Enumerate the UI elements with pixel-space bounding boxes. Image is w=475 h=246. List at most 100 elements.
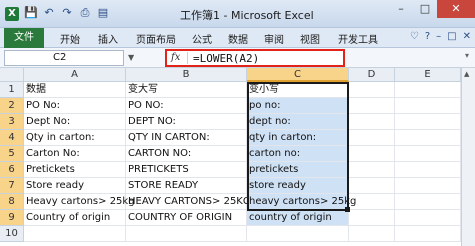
table-cell[interactable] <box>395 210 461 226</box>
table-cell[interactable] <box>395 178 461 194</box>
ribbon-restore-icon[interactable]: □ <box>447 31 456 42</box>
table-cell[interactable] <box>349 146 395 162</box>
tab-formulas[interactable]: 公式 <box>192 31 212 46</box>
excel-app-icon[interactable]: X <box>5 7 19 21</box>
column-header-c[interactable]: C <box>247 68 349 82</box>
redo-icon[interactable]: ↷ <box>60 6 74 20</box>
row-header[interactable]: 8 <box>0 194 24 210</box>
table-cell[interactable] <box>395 146 461 162</box>
table-cell[interactable]: qty in carton: <box>247 130 349 146</box>
help-icon[interactable]: ? <box>425 31 430 42</box>
table-cell[interactable]: COUNTRY OF ORIGIN <box>126 210 247 226</box>
select-all-corner[interactable] <box>0 68 24 82</box>
table-cell[interactable]: Dept No: <box>24 114 126 130</box>
ribbon-minimize-icon[interactable]: – <box>436 31 441 42</box>
table-cell[interactable] <box>395 114 461 130</box>
table-cell[interactable]: 变大写 <box>126 82 247 98</box>
chevron-down-icon[interactable]: ▼ <box>128 50 138 66</box>
row-header[interactable]: 4 <box>0 130 24 146</box>
table-cell[interactable] <box>349 98 395 114</box>
table-cell[interactable]: QTY IN CARTON: <box>126 130 247 146</box>
table-cell[interactable]: heavy cartons> 25kg <box>247 194 356 210</box>
table-cell[interactable]: 数据 <box>24 82 126 98</box>
table-cell[interactable]: PO No: <box>24 98 126 114</box>
maximize-button[interactable]: □ <box>413 0 437 18</box>
name-box[interactable]: C2 <box>4 50 124 66</box>
quick-print-icon[interactable]: ▤ <box>96 6 110 20</box>
table-cell[interactable]: Store ready <box>24 178 126 194</box>
table-cell[interactable]: PO NO: <box>126 98 247 114</box>
table-cell[interactable]: Country of origin <box>24 210 126 226</box>
table-cell[interactable] <box>349 162 395 178</box>
tab-page-layout[interactable]: 页面布局 <box>136 31 176 46</box>
table-cell[interactable]: country of origin <box>247 210 349 226</box>
column-header-b[interactable]: B <box>126 68 247 82</box>
print-preview-icon[interactable]: ⎙ <box>78 6 92 20</box>
table-cell[interactable] <box>349 82 395 98</box>
table-cell[interactable] <box>349 130 395 146</box>
fill-handle[interactable] <box>345 207 350 212</box>
table-cell[interactable] <box>349 114 395 130</box>
close-button[interactable]: ✕ <box>437 0 475 18</box>
table-cell[interactable]: HEAVY CARTONS> 25KG <box>126 194 251 210</box>
tab-developer[interactable]: 开发工具 <box>338 31 378 46</box>
table-cell[interactable] <box>24 226 126 242</box>
tab-insert[interactable]: 插入 <box>98 31 118 46</box>
row-header[interactable]: 3 <box>0 114 24 130</box>
table-cell[interactable]: Qty in carton: <box>24 130 126 146</box>
table-cell[interactable]: dept no: <box>247 114 349 130</box>
table-cell[interactable]: CARTON NO: <box>126 146 247 162</box>
table-cell[interactable]: Pretickets <box>24 162 126 178</box>
table-cell[interactable]: STORE READY <box>126 178 247 194</box>
row-header[interactable]: 7 <box>0 178 24 194</box>
table-cell[interactable]: 变小写 <box>247 82 349 98</box>
table-cell[interactable]: Carton No: <box>24 146 126 162</box>
vertical-scrollbar[interactable]: ▲ <box>461 68 475 246</box>
table-cell[interactable] <box>395 226 461 242</box>
table-cell[interactable] <box>395 130 461 146</box>
undo-icon[interactable]: ↶ <box>42 6 56 20</box>
row-header[interactable]: 1 <box>0 82 24 98</box>
tab-home[interactable]: 开始 <box>60 31 80 46</box>
formula-expand-icon[interactable]: ▾ <box>465 51 469 60</box>
column-header-a[interactable]: A <box>24 68 126 82</box>
window-controls: – □ ✕ <box>389 0 475 18</box>
table-cell[interactable]: PRETICKETS <box>126 162 247 178</box>
table-cell[interactable] <box>395 98 461 114</box>
table-cell[interactable]: DEPT NO: <box>126 114 247 130</box>
row-header[interactable]: 5 <box>0 146 24 162</box>
table-cell[interactable] <box>349 178 395 194</box>
scroll-up-icon[interactable]: ▲ <box>464 70 469 78</box>
table-cell[interactable]: po no: <box>247 98 349 114</box>
table-cell[interactable] <box>349 226 395 242</box>
tab-file[interactable]: 文件 <box>4 28 44 48</box>
table-cell[interactable]: Heavy cartons> 25kg <box>24 194 135 210</box>
row-header[interactable]: 10 <box>0 226 24 242</box>
row-header[interactable]: 6 <box>0 162 24 178</box>
formula-input[interactable]: =LOWER(A2) <box>193 52 259 65</box>
favorite-icon[interactable]: ♡ <box>410 31 419 42</box>
fx-icon[interactable]: fx <box>171 52 180 63</box>
row-header[interactable]: 9 <box>0 210 24 226</box>
column-header-d[interactable]: D <box>349 68 395 82</box>
table-cell[interactable] <box>395 82 461 98</box>
formula-box[interactable]: fx =LOWER(A2) <box>165 49 345 67</box>
table-cell[interactable]: pretickets <box>247 162 349 178</box>
minimize-button[interactable]: – <box>389 0 413 18</box>
table-cell[interactable] <box>247 226 349 242</box>
table-cell[interactable]: store ready <box>247 178 349 194</box>
row-header[interactable]: 2 <box>0 98 24 114</box>
ribbon-close-icon[interactable]: ✕ <box>463 31 471 42</box>
column-header-e[interactable]: E <box>395 68 461 82</box>
save-icon[interactable]: 💾 <box>24 6 38 20</box>
tab-view[interactable]: 视图 <box>300 31 320 46</box>
table-cell[interactable] <box>395 194 461 210</box>
table-cell[interactable] <box>349 194 395 210</box>
tab-data[interactable]: 数据 <box>228 31 248 46</box>
formula-separator <box>187 52 188 64</box>
tab-review[interactable]: 审阅 <box>264 31 284 46</box>
table-cell[interactable] <box>126 226 247 242</box>
table-cell[interactable] <box>395 162 461 178</box>
table-cell[interactable] <box>349 210 395 226</box>
table-cell[interactable]: carton no: <box>247 146 349 162</box>
